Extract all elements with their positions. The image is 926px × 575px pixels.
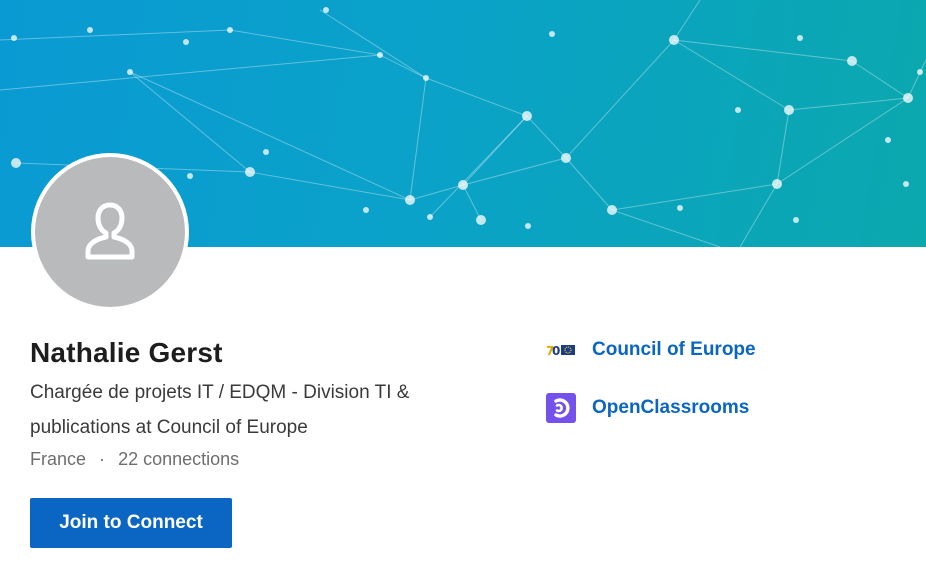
profile-meta: France · 22 connections — [30, 449, 239, 470]
location-text: France — [30, 449, 87, 469]
separator: · — [99, 449, 106, 469]
organization-link-council-of-europe[interactable]: 7 0 Council of Europe — [546, 335, 756, 365]
council-of-europe-logo-icon: 7 0 — [546, 335, 576, 365]
openclassrooms-logo-icon — [546, 393, 576, 423]
organization-link-openclassrooms[interactable]: OpenClassrooms — [546, 393, 749, 423]
avatar-placeholder — [35, 157, 185, 307]
join-to-connect-button[interactable]: Join to Connect — [30, 498, 232, 548]
person-icon — [85, 202, 135, 260]
avatar[interactable] — [31, 153, 189, 311]
profile-name: Nathalie Gerst — [30, 337, 223, 368]
profile-headline: Chargée de projets IT / EDQM - Division … — [30, 382, 410, 438]
organization-name: OpenClassrooms — [592, 397, 750, 418]
connections-count: 22 connections — [118, 449, 240, 469]
organization-name: Council of Europe — [592, 339, 756, 360]
svg-text:0: 0 — [552, 344, 560, 358]
